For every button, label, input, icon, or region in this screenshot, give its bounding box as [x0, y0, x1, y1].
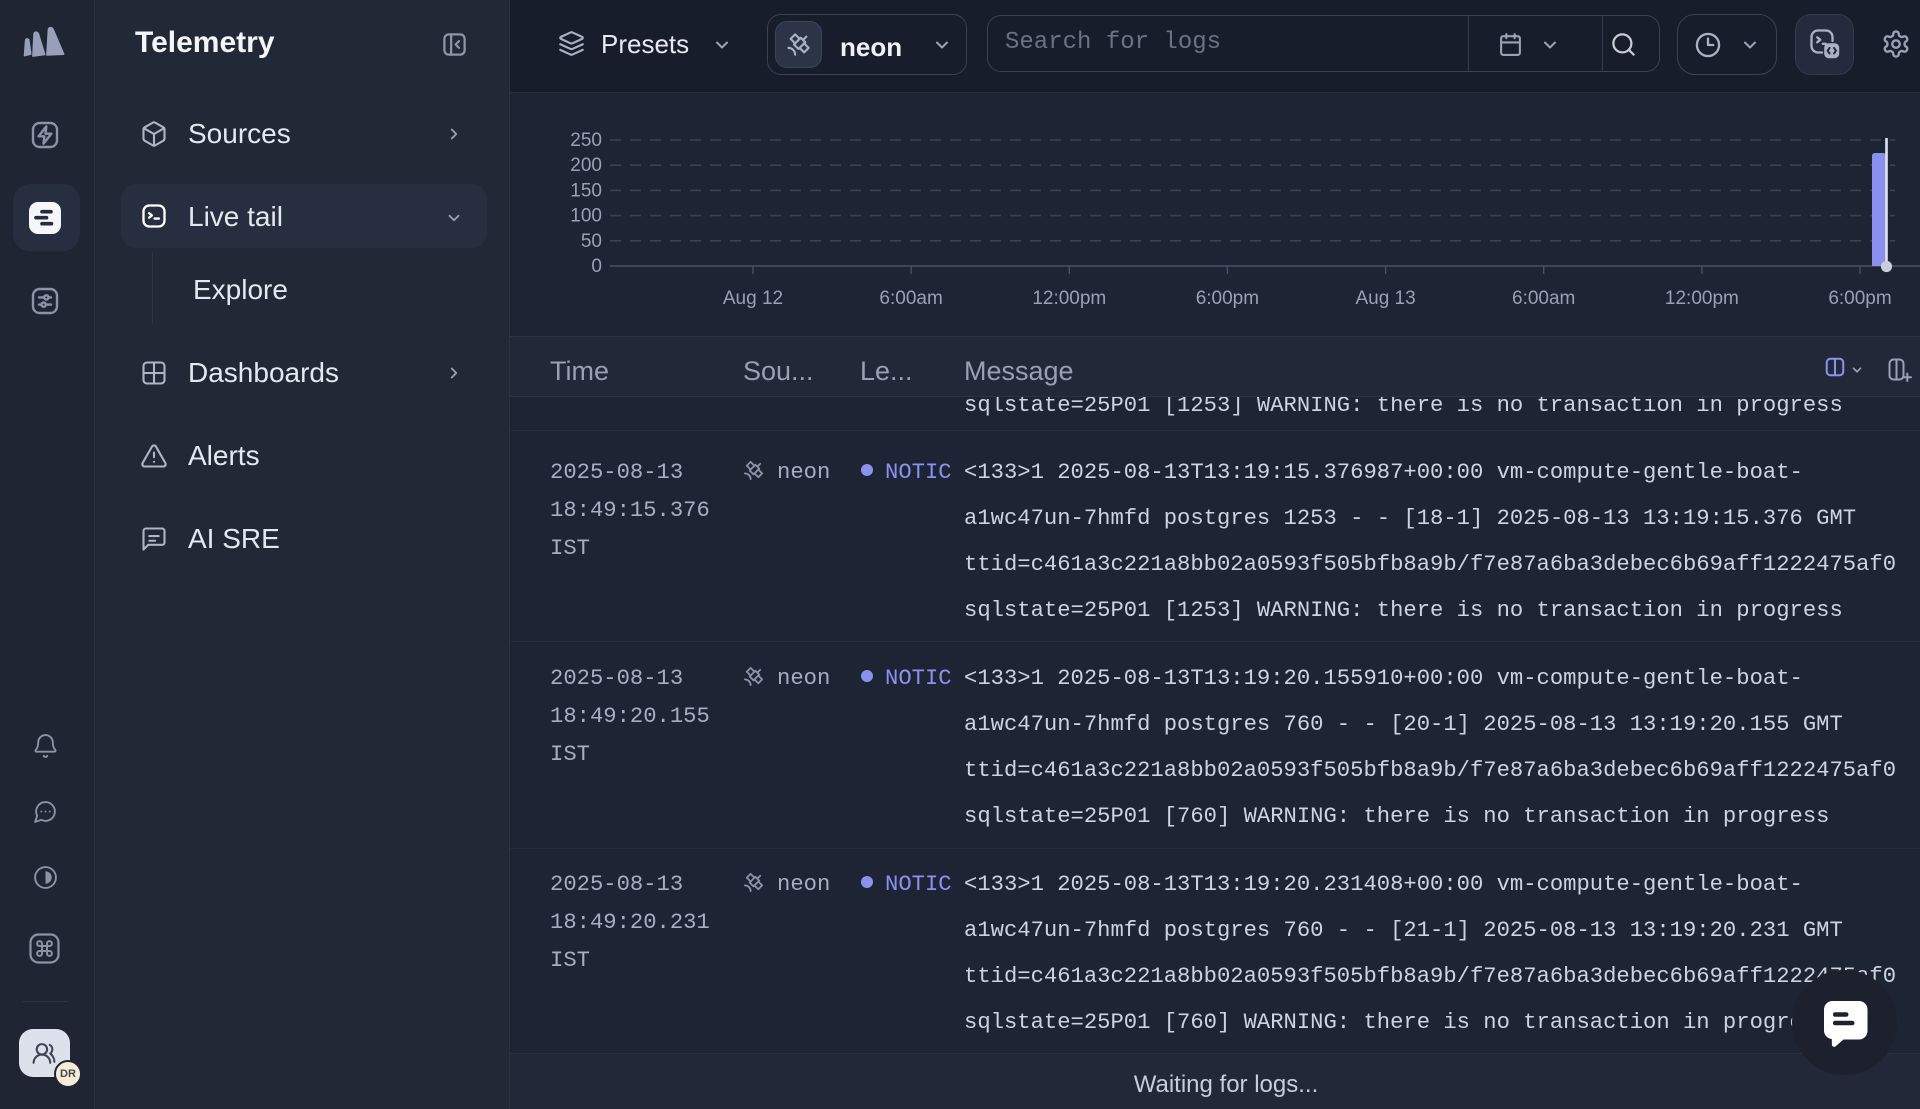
svg-text:150: 150: [570, 180, 602, 201]
svg-text:200: 200: [570, 155, 602, 176]
svg-text:12:00pm: 12:00pm: [1032, 288, 1106, 309]
svg-text:250: 250: [570, 130, 602, 151]
svg-text:Aug 12: Aug 12: [723, 288, 783, 309]
svg-text:6:00pm: 6:00pm: [1828, 288, 1891, 309]
svg-text:6:00am: 6:00am: [879, 288, 942, 309]
svg-text:6:00pm: 6:00pm: [1196, 288, 1259, 309]
svg-text:6:00am: 6:00am: [1512, 288, 1575, 309]
svg-text:100: 100: [570, 206, 602, 227]
svg-text:50: 50: [581, 231, 602, 252]
svg-text:Aug 13: Aug 13: [1355, 288, 1415, 309]
svg-text:12:00pm: 12:00pm: [1665, 288, 1739, 309]
svg-text:0: 0: [591, 256, 602, 277]
